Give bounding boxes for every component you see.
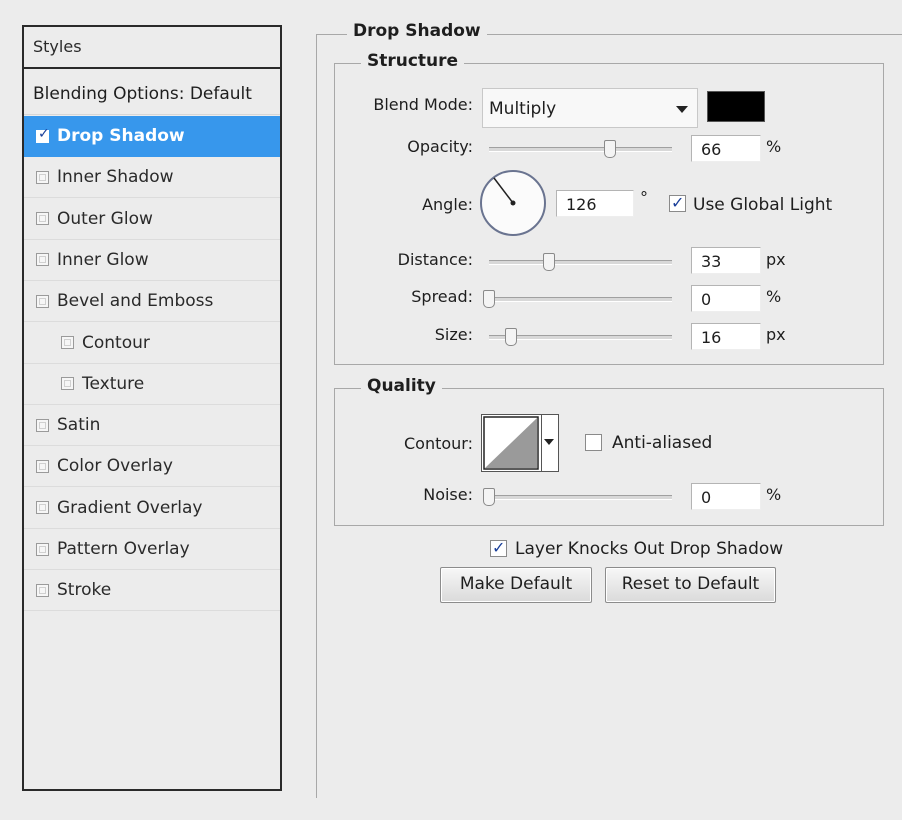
noise-slider-handle[interactable]	[483, 488, 495, 506]
distance-label: Distance:	[397, 250, 473, 269]
style-checkbox[interactable]	[36, 459, 49, 473]
distance-slider-handle[interactable]	[543, 253, 555, 271]
style-checkbox[interactable]	[36, 294, 49, 308]
blend-mode-label: Blend Mode:	[373, 95, 473, 114]
checkmark-icon: ✓	[671, 193, 685, 212]
style-item-label: Bevel and Emboss	[57, 291, 214, 312]
style-checkbox[interactable]	[36, 212, 49, 226]
style-item-label: Texture	[82, 373, 145, 394]
size-slider-handle[interactable]	[505, 328, 517, 346]
quality-group: Quality Contour: Anti-aliased Noise: 0 %	[334, 376, 884, 526]
style-item-contour[interactable]: Contour	[24, 323, 280, 364]
checkmark-icon: ✓	[492, 538, 506, 557]
anti-aliased-checkbox[interactable]	[585, 434, 602, 451]
size-label: Size:	[434, 325, 473, 344]
style-item-label: Outer Glow	[57, 208, 153, 229]
noise-slider-track[interactable]	[489, 495, 672, 500]
style-item-gradient-overlay[interactable]: Gradient Overlay	[24, 488, 280, 529]
distance-slider-track[interactable]	[489, 260, 672, 265]
style-item-label: Drop Shadow	[57, 126, 185, 146]
drop-shadow-panel: Drop Shadow Structure Blend Mode: Multip…	[316, 21, 902, 798]
noise-unit: %	[766, 485, 782, 504]
angle-label: Angle:	[422, 195, 473, 214]
style-item-label: Stroke	[57, 580, 112, 601]
style-item-bevel-and-emboss[interactable]: Bevel and Emboss	[24, 281, 280, 323]
style-item-texture[interactable]: Texture	[24, 364, 280, 405]
style-item-inner-glow[interactable]: Inner Glow	[24, 240, 280, 281]
style-checkbox[interactable]	[36, 170, 49, 184]
spread-slider-track[interactable]	[489, 297, 672, 302]
opacity-unit: %	[766, 137, 782, 156]
drop-shadow-title: Drop Shadow	[347, 21, 487, 41]
style-item-label: Gradient Overlay	[57, 497, 203, 518]
opacity-field[interactable]: 66	[691, 135, 761, 162]
spread-field[interactable]: 0	[691, 285, 761, 312]
size-unit: px	[766, 325, 786, 344]
style-item-stroke[interactable]: Stroke	[24, 570, 280, 612]
opacity-label: Opacity:	[407, 137, 473, 156]
style-checkbox[interactable]	[61, 377, 74, 391]
noise-field[interactable]: 0	[691, 483, 761, 510]
size-field[interactable]: 16	[691, 323, 761, 350]
distance-field[interactable]: 33	[691, 247, 761, 274]
style-checkbox[interactable]	[36, 253, 49, 267]
opacity-slider-handle[interactable]	[604, 140, 616, 158]
use-global-light-checkbox[interactable]: ✓	[669, 193, 686, 212]
style-checkbox[interactable]	[36, 501, 49, 515]
anti-aliased-label: Anti-aliased	[612, 433, 713, 453]
reset-to-default-button[interactable]: Reset to Default	[605, 567, 776, 603]
angle-field[interactable]: 126	[556, 190, 634, 217]
structure-title: Structure	[361, 51, 465, 71]
noise-label: Noise:	[423, 485, 473, 504]
styles-panel: Styles Blending Options: Default ✓ Drop S…	[22, 25, 282, 791]
make-default-button[interactable]: Make Default	[440, 567, 592, 603]
style-item-label: Pattern Overlay	[57, 539, 190, 559]
chevron-down-icon	[676, 106, 688, 113]
style-checkbox[interactable]	[36, 418, 49, 432]
style-item-label: Satin	[57, 415, 101, 436]
style-item-drop-shadow[interactable]: ✓ Drop Shadow	[24, 116, 280, 157]
style-item-label: Color Overlay	[57, 456, 173, 477]
style-checkbox[interactable]	[61, 336, 74, 349]
blend-mode-dropdown[interactable]: Multiply	[482, 88, 698, 128]
style-item-label: Inner Shadow	[57, 167, 174, 188]
shadow-color-swatch[interactable]	[707, 91, 765, 122]
blending-options-item[interactable]: Blending Options: Default	[24, 71, 280, 115]
layer-knocks-out-checkbox[interactable]: ✓	[490, 538, 507, 557]
spread-slider-handle[interactable]	[483, 290, 495, 308]
contour-preview-icon	[483, 416, 539, 470]
style-checkbox[interactable]	[36, 583, 49, 597]
style-item-pattern-overlay[interactable]: Pattern Overlay	[24, 529, 280, 570]
structure-group: Structure Blend Mode: Multiply Opacity: …	[334, 51, 884, 365]
style-item-outer-glow[interactable]: Outer Glow	[24, 199, 280, 240]
chevron-down-icon	[544, 439, 554, 445]
angle-dial[interactable]	[480, 170, 546, 236]
angle-indicator-icon	[493, 177, 516, 206]
styles-header[interactable]: Styles	[24, 27, 280, 69]
style-item-color-overlay[interactable]: Color Overlay	[24, 446, 280, 488]
style-item-label: Contour	[82, 332, 150, 353]
style-item-label: Inner Glow	[57, 249, 149, 270]
opacity-slider-track[interactable]	[489, 147, 672, 152]
spread-label: Spread:	[411, 287, 473, 306]
blend-mode-value: Multiply	[489, 99, 557, 119]
style-checkbox[interactable]: ✓	[36, 125, 50, 143]
checkmark-icon: ✓	[38, 125, 50, 142]
style-checkbox[interactable]	[36, 542, 49, 556]
spread-unit: %	[766, 287, 782, 306]
angle-unit: °	[640, 188, 648, 207]
style-item-satin[interactable]: Satin	[24, 405, 280, 447]
distance-unit: px	[766, 250, 786, 269]
contour-picker[interactable]	[481, 414, 559, 472]
style-item-inner-shadow[interactable]: Inner Shadow	[24, 157, 280, 199]
use-global-light-label: Use Global Light	[693, 195, 833, 215]
quality-title: Quality	[361, 376, 442, 396]
contour-label: Contour:	[404, 434, 473, 453]
layer-knocks-out-label: Layer Knocks Out Drop Shadow	[515, 539, 784, 559]
